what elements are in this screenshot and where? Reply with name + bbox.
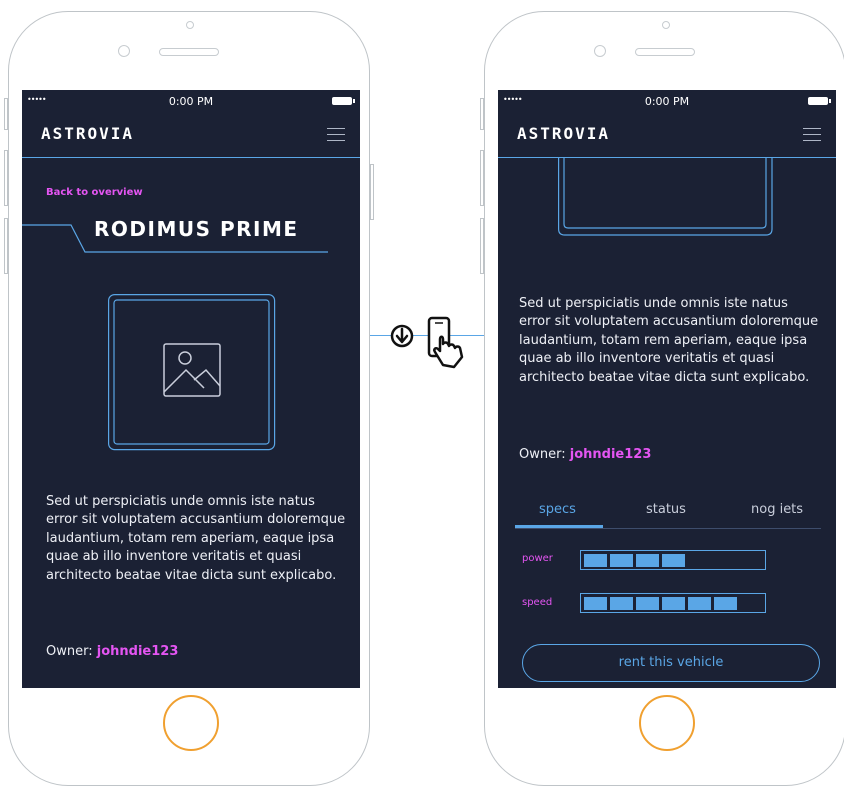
tab-nog-iets[interactable]: nog iets	[751, 502, 803, 517]
app-header: ASTROVIA	[22, 112, 360, 158]
proximity-sensor	[118, 45, 130, 57]
volume-down-button	[4, 218, 8, 274]
stat-segment	[662, 554, 685, 567]
app-logo[interactable]: ASTROVIA	[517, 124, 610, 143]
stat-label-speed: speed	[522, 597, 553, 608]
stat-bar-speed	[580, 593, 766, 613]
owner-line: Owner: johndie123	[519, 447, 651, 462]
owner-label: Owner:	[519, 447, 566, 462]
vehicle-title: RODIMUS PRIME	[94, 217, 299, 241]
owner-name-link[interactable]: johndie123	[97, 644, 179, 659]
owner-name-link[interactable]: johndie123	[570, 447, 652, 462]
stat-segment	[584, 554, 607, 567]
tab-status[interactable]: status	[646, 502, 686, 517]
image-placeholder	[108, 294, 276, 451]
status-bar: ••••• 0:00 PM	[22, 90, 360, 112]
mute-switch	[480, 98, 484, 130]
scroll-down-icon	[390, 324, 414, 348]
owner-label: Owner:	[46, 644, 93, 659]
active-tab-indicator	[515, 525, 603, 528]
vehicle-description: Sed ut perspiciatis unde omnis iste natu…	[46, 494, 346, 583]
back-to-overview-link[interactable]: Back to overview	[46, 187, 143, 198]
stat-segment	[584, 597, 607, 610]
app-logo[interactable]: ASTROVIA	[41, 124, 134, 143]
stat-segment	[662, 597, 685, 610]
stat-segment	[610, 554, 633, 567]
stat-segment	[636, 597, 659, 610]
mute-switch	[4, 98, 8, 130]
scroll-gesture-annotation	[390, 316, 464, 369]
status-time: 0:00 PM	[644, 95, 690, 108]
hamburger-menu-icon[interactable]	[803, 128, 821, 142]
battery-icon	[808, 97, 831, 105]
proximity-sensor	[594, 45, 606, 57]
battery-icon	[332, 97, 355, 105]
volume-up-button	[4, 150, 8, 206]
stat-bar-power	[580, 550, 766, 570]
home-button[interactable]	[163, 695, 219, 751]
hamburger-menu-icon[interactable]	[327, 128, 345, 142]
status-time: 0:00 PM	[168, 95, 214, 108]
owner-line: Owner: johndie123	[46, 644, 178, 659]
front-camera	[662, 21, 670, 29]
volume-down-button	[480, 218, 484, 274]
earpiece-speaker	[635, 48, 695, 56]
phone-frame-right: ••••• 0:00 PM ASTROVIA Sed ut perspiciat…	[480, 11, 844, 786]
stat-segment	[688, 597, 711, 610]
stat-segment	[610, 597, 633, 610]
tab-specs[interactable]: specs	[539, 502, 576, 517]
earpiece-speaker	[159, 48, 219, 56]
image-placeholder-icon	[163, 343, 221, 397]
status-bar: ••••• 0:00 PM	[498, 90, 836, 112]
stat-label-power: power	[522, 553, 553, 564]
app-header: ASTROVIA	[498, 112, 836, 158]
phone-swipe-hand-icon	[427, 316, 464, 369]
phone-frame-left: ••••• 0:00 PM ASTROVIA Back to overview …	[4, 11, 374, 786]
power-button	[370, 164, 374, 220]
tab-bar: specs status nog iets	[515, 498, 821, 529]
rent-vehicle-button[interactable]: rent this vehicle	[522, 644, 820, 682]
home-button[interactable]	[639, 695, 695, 751]
screen-detail-scrolled: ••••• 0:00 PM ASTROVIA Sed ut perspiciat…	[498, 90, 836, 688]
volume-up-button	[480, 150, 484, 206]
front-camera	[186, 21, 194, 29]
stat-segment	[714, 597, 737, 610]
vehicle-description: Sed ut perspiciatis unde omnis iste natu…	[519, 296, 819, 385]
stat-segment	[636, 554, 659, 567]
screen-detail-top: ••••• 0:00 PM ASTROVIA Back to overview …	[22, 90, 360, 688]
